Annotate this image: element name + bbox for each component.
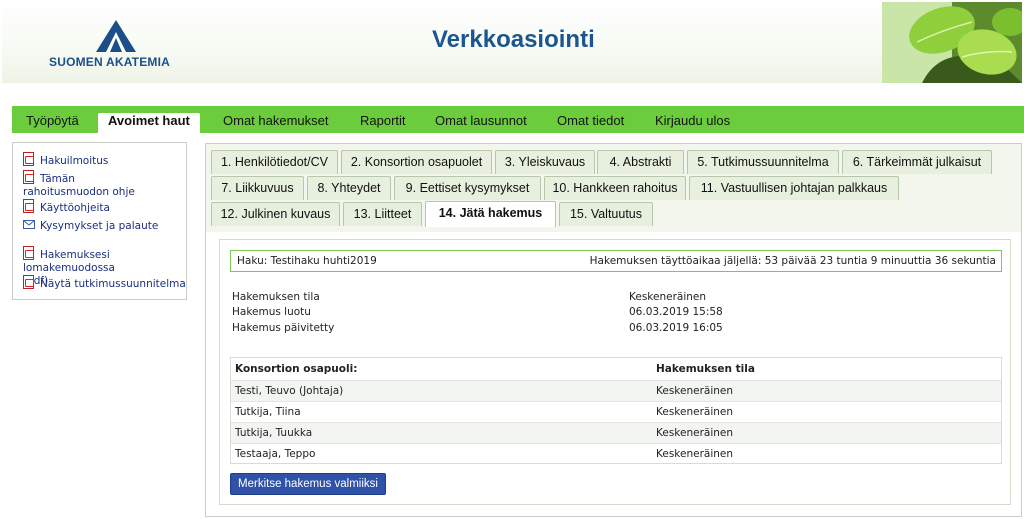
nav-omat-tiedot[interactable]: Omat tiedot [557, 106, 624, 133]
deadline-countdown: Hakemuksen täyttöaikaa jäljellä: 53 päiv… [589, 255, 996, 267]
tab-yleiskuvaus[interactable]: 3. Yleiskuvaus [495, 150, 595, 174]
consortium-table: Konsortion osapuoli: Hakemuksen tila Tes… [230, 357, 1002, 464]
leaf-decoration-image [882, 2, 1022, 83]
sidebar-link-kysymykset-palaute[interactable]: Kysymykset ja palaute [23, 220, 183, 233]
main-navigation: Työpöytä Avoimet haut Omat hakemukset Ra… [12, 106, 1024, 133]
pdf-icon [23, 199, 34, 213]
party-status: Keskeneräinen [656, 427, 734, 439]
submit-application-section: Haku: Testihaku huhti2019 Hakemuksen täy… [219, 239, 1011, 505]
column-header-party: Konsortion osapuoli: [235, 363, 358, 375]
sidebar-link-rahoitusmuodon-ohje[interactable]: Tämän rahoitusmuodon ohje [23, 170, 173, 199]
sidebar: Hakuilmoitus Tämän rahoitusmuodon ohje K… [12, 142, 187, 300]
created-value: 06.03.2019 15:58 [629, 306, 723, 318]
nav-omat-lausunnot[interactable]: Omat lausunnot [435, 106, 527, 133]
pdf-icon [23, 152, 34, 166]
tab-konsortion-osapuolet[interactable]: 2. Konsortion osapuolet [341, 150, 492, 174]
column-header-status: Hakemuksen tila [656, 363, 755, 375]
tab-tarkeimmat-julkaisut[interactable]: 6. Tärkeimmät julkaisut [842, 150, 992, 174]
tab-eettiset-kysymykset[interactable]: 9. Eettiset kysymykset [394, 176, 541, 200]
call-info-box: Haku: Testihaku huhti2019 Hakemuksen täy… [230, 250, 1002, 272]
nav-kirjaudu-ulos[interactable]: Kirjaudu ulos [655, 106, 730, 133]
application-tabs: 1. Henkilötiedot/CV 2. Konsortion osapuo… [206, 144, 1021, 232]
created-label: Hakemus luotu [232, 306, 311, 318]
tab-jata-hakemus[interactable]: 14. Jätä hakemus [425, 201, 556, 227]
suomen-akatemia-logo[interactable]: SUOMEN AKATEMIA [46, 17, 186, 72]
call-name: Haku: Testihaku huhti2019 [237, 255, 377, 267]
sidebar-link-hakuilmoitus[interactable]: Hakuilmoitus [23, 152, 173, 168]
tab-julkinen-kuvaus[interactable]: 12. Julkinen kuvaus [211, 202, 340, 226]
tab-valtuutus[interactable]: 15. Valtuutus [559, 202, 653, 226]
nav-omat-hakemukset[interactable]: Omat hakemukset [223, 106, 329, 133]
table-row: Tutkija, Tuukka Keskeneräinen [231, 422, 1001, 443]
updated-label: Hakemus päivitetty [232, 322, 335, 334]
party-status: Keskeneräinen [656, 448, 734, 460]
sidebar-link-kayttoohjeita[interactable]: Käyttöohjeita [23, 199, 173, 215]
pdf-icon [23, 170, 34, 184]
party-status: Keskeneräinen [656, 385, 734, 397]
mail-icon [23, 220, 35, 229]
pdf-icon [23, 275, 34, 289]
pdf-icon [23, 246, 34, 260]
nav-raportit[interactable]: Raportit [360, 106, 406, 133]
table-row: Tutkija, Tiina Keskeneräinen [231, 401, 1001, 422]
tab-liikkuvuus[interactable]: 7. Liikkuvuus [211, 176, 304, 200]
party-name: Tutkija, Tiina [235, 406, 301, 418]
status-label: Hakemuksen tila [232, 291, 320, 303]
logo-text: SUOMEN AKATEMIA [49, 55, 170, 69]
party-name: Testaaja, Teppo [235, 448, 316, 460]
table-row: Testi, Teuvo (Johtaja) Keskeneräinen [231, 380, 1001, 401]
nav-tyopoyta[interactable]: Työpöytä [26, 106, 79, 133]
mark-complete-button[interactable]: Merkitse hakemus valmiiksi [230, 473, 386, 495]
tab-henkilotiedot[interactable]: 1. Henkilötiedot/CV [211, 150, 338, 174]
tab-vastuullisen-johtajan-palkkaus[interactable]: 11. Vastuullisen johtajan palkkaus [689, 176, 899, 200]
tab-tutkimussuunnitelma[interactable]: 5. Tutkimussuunnitelma [687, 150, 839, 174]
updated-value: 06.03.2019 16:05 [629, 322, 723, 334]
nav-avoimet-haut[interactable]: Avoimet haut [98, 113, 200, 133]
party-status: Keskeneräinen [656, 406, 734, 418]
sidebar-link-tutkimussuunnitelma[interactable]: Näytä tutkimussuunnitelma [23, 275, 188, 291]
site-header: SUOMEN AKATEMIA Verkkoasiointi [2, 2, 1022, 83]
status-value: Keskeneräinen [629, 291, 707, 303]
tab-liitteet[interactable]: 13. Liitteet [343, 202, 422, 226]
tab-yhteydet[interactable]: 8. Yhteydet [307, 176, 391, 200]
site-title: Verkkoasiointi [432, 26, 595, 53]
logo-triangle-icon [96, 20, 136, 52]
tab-hankkeen-rahoitus[interactable]: 10. Hankkeen rahoitus [544, 176, 686, 200]
table-row: Testaaja, Teppo Keskeneräinen [231, 443, 1001, 464]
tab-abstrakti[interactable]: 4. Abstrakti [597, 150, 684, 174]
application-panel: 1. Henkilötiedot/CV 2. Konsortion osapuo… [205, 143, 1022, 517]
party-name: Tutkija, Tuukka [235, 427, 313, 439]
party-name: Testi, Teuvo (Johtaja) [235, 385, 344, 397]
